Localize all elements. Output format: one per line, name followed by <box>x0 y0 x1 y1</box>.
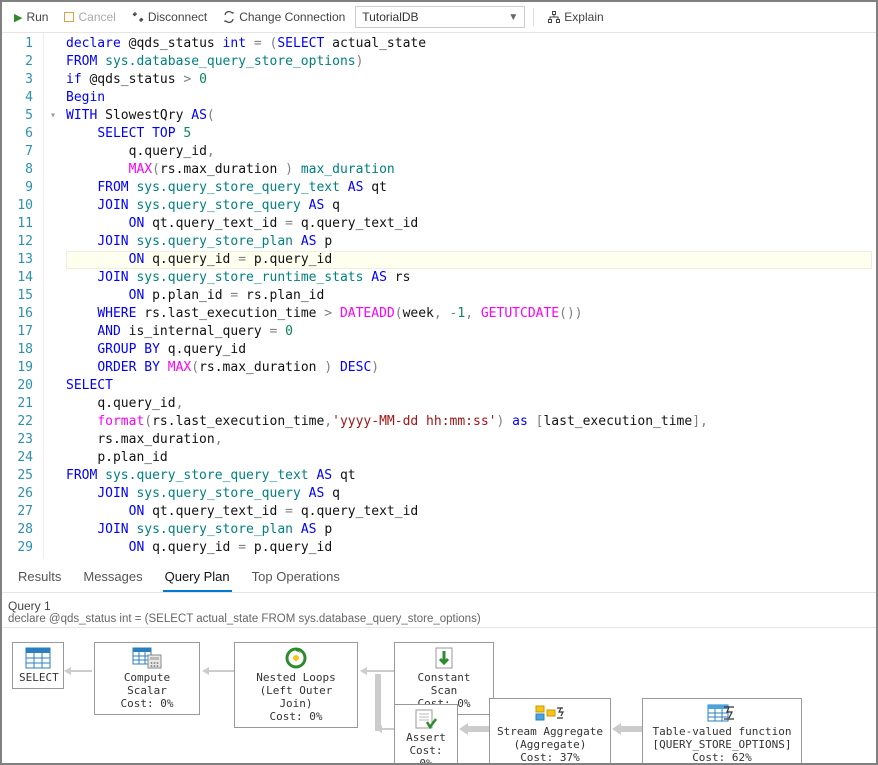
code-line[interactable]: SELECT <box>66 377 872 395</box>
plan-node-sub: (Left Outer Join) <box>241 684 351 710</box>
code-line[interactable]: JOIN sys.query_store_plan AS p <box>66 521 872 539</box>
code-line[interactable]: ON p.plan_id = rs.plan_id <box>66 287 872 305</box>
select-icon <box>19 647 57 669</box>
code-line[interactable]: rs.max_duration, <box>66 431 872 449</box>
plan-node-label: SELECT <box>19 671 57 684</box>
run-button[interactable]: ▶ Run <box>8 8 54 26</box>
plan-header: Query 1 declare @qds_status int = (SELEC… <box>2 593 876 628</box>
cancel-button: Cancel <box>58 8 121 26</box>
tab-results[interactable]: Results <box>16 565 63 592</box>
code-line[interactable]: ON q.query_id = p.query_id <box>66 539 872 557</box>
code-area[interactable]: declare @qds_status int = (SELECT actual… <box>62 33 876 559</box>
change-connection-label: Change Connection <box>239 10 345 24</box>
plan-arrow <box>64 670 92 672</box>
plan-node-select[interactable]: SELECT <box>12 642 64 689</box>
toolbar: ▶ Run Cancel Disconnect Change Connectio… <box>2 2 876 33</box>
stop-icon <box>64 12 74 22</box>
code-line[interactable]: ON q.query_id = p.query_id <box>66 251 872 269</box>
plan-arrow <box>375 674 381 731</box>
code-line[interactable]: ORDER BY MAX(rs.max_duration ) DESC) <box>66 359 872 377</box>
code-line[interactable]: if @qds_status > 0 <box>66 71 872 89</box>
toolbar-separator <box>533 8 534 26</box>
explain-icon <box>548 11 560 23</box>
plan-node-label: Assert <box>401 731 451 744</box>
assert-icon <box>401 709 451 729</box>
code-line[interactable]: ON qt.query_text_id = q.query_text_id <box>66 215 872 233</box>
code-line[interactable]: q.query_id, <box>66 143 872 161</box>
fold-toggle[interactable]: ▾ <box>44 107 62 125</box>
code-line[interactable]: FROM sys.query_store_query_text AS qt <box>66 467 872 485</box>
constant-scan-icon <box>401 647 487 669</box>
disconnect-label: Disconnect <box>148 10 207 24</box>
code-line[interactable]: WITH SlowestQry AS( <box>66 107 872 125</box>
plan-subtitle: declare @qds_status int = (SELECT actual… <box>8 613 870 625</box>
plan-node-cost: Cost: 62% <box>649 751 795 763</box>
plan-node-assert[interactable]: Assert Cost: 0% <box>394 704 458 763</box>
code-line[interactable]: JOIN sys.query_store_plan AS p <box>66 233 872 251</box>
result-tabs: Results Messages Query Plan Top Operatio… <box>2 559 876 593</box>
plan-node-label: Nested Loops <box>241 671 351 684</box>
change-connection-icon <box>223 11 235 23</box>
plan-node-sub: (Aggregate) <box>496 738 604 751</box>
code-line[interactable]: JOIN sys.query_store_query AS q <box>66 197 872 215</box>
plan-node-sub: [QUERY_STORE_OPTIONS] <box>649 738 795 751</box>
query-plan-canvas[interactable]: SELECT Compute Scalar Cost: 0% Nested Lo… <box>2 628 876 763</box>
code-line[interactable]: p.plan_id <box>66 449 872 467</box>
code-line[interactable]: q.query_id, <box>66 395 872 413</box>
code-line[interactable]: WHERE rs.last_execution_time > DATEADD(w… <box>66 305 872 323</box>
code-line[interactable]: JOIN sys.query_store_query AS q <box>66 485 872 503</box>
code-line[interactable]: FROM sys.query_store_query_text AS qt <box>66 179 872 197</box>
code-line[interactable]: JOIN sys.query_store_runtime_stats AS rs <box>66 269 872 287</box>
line-number-gutter: 1234567891011121314151617181920212223242… <box>2 33 44 559</box>
code-line[interactable]: format(rs.last_execution_time,'yyyy-MM-d… <box>66 413 872 431</box>
code-line[interactable]: GROUP BY q.query_id <box>66 341 872 359</box>
run-label: Run <box>26 10 48 24</box>
disconnect-button[interactable]: Disconnect <box>126 8 213 26</box>
plan-node-label: Compute Scalar <box>101 671 193 697</box>
plan-node-nested-loops[interactable]: Nested Loops (Left Outer Join) Cost: 0% <box>234 642 358 728</box>
code-line[interactable]: SELECT TOP 5 <box>66 125 872 143</box>
plan-arrow <box>459 728 489 730</box>
plan-arrow <box>360 670 394 672</box>
plan-arrow <box>202 670 234 672</box>
code-line[interactable]: declare @qds_status int = (SELECT actual… <box>66 35 872 53</box>
compute-scalar-icon <box>101 647 193 669</box>
plan-arrow <box>612 728 642 730</box>
plan-node-stream-aggregate[interactable]: Stream Aggregate (Aggregate) Cost: 37% <box>489 698 611 763</box>
plan-arrow <box>375 728 394 730</box>
code-editor[interactable]: 1234567891011121314151617181920212223242… <box>2 33 876 559</box>
plan-node-label: Constant Scan <box>401 671 487 697</box>
change-connection-button[interactable]: Change Connection <box>217 8 351 26</box>
code-line[interactable]: Begin <box>66 89 872 107</box>
tab-messages[interactable]: Messages <box>81 565 144 592</box>
plan-node-cost: Cost: 37% <box>496 751 604 763</box>
cancel-label: Cancel <box>78 10 115 24</box>
fold-column: ▾ <box>44 33 62 559</box>
code-line[interactable]: MAX(rs.max_duration ) max_duration <box>66 161 872 179</box>
plan-node-cost: Cost: 0% <box>101 697 193 710</box>
disconnect-icon <box>132 11 144 23</box>
plan-node-compute-scalar[interactable]: Compute Scalar Cost: 0% <box>94 642 200 715</box>
chevron-down-icon: ▼ <box>508 12 518 23</box>
plan-node-cost: Cost: 0% <box>401 744 451 763</box>
tab-query-plan[interactable]: Query Plan <box>163 565 232 592</box>
database-select-value: TutorialDB <box>362 10 418 24</box>
plan-node-tvf[interactable]: Table-valued function [QUERY_STORE_OPTIO… <box>642 698 802 763</box>
plan-node-label: Table-valued function <box>649 725 795 738</box>
code-line[interactable]: FROM sys.database_query_store_options) <box>66 53 872 71</box>
explain-label: Explain <box>564 10 603 24</box>
explain-button[interactable]: Explain <box>542 8 609 26</box>
plan-node-cost: Cost: 0% <box>241 710 351 723</box>
plan-node-label: Stream Aggregate <box>496 725 604 738</box>
database-select[interactable]: TutorialDB ▼ <box>355 6 525 28</box>
nested-loops-icon <box>241 647 351 669</box>
code-line[interactable]: AND is_internal_query = 0 <box>66 323 872 341</box>
tab-top-operations[interactable]: Top Operations <box>250 565 342 592</box>
play-icon: ▶ <box>14 11 22 24</box>
tvf-icon <box>649 703 795 723</box>
code-line[interactable]: ON qt.query_text_id = q.query_text_id <box>66 503 872 521</box>
stream-aggregate-icon <box>496 703 604 723</box>
plan-title: Query 1 <box>8 599 870 613</box>
